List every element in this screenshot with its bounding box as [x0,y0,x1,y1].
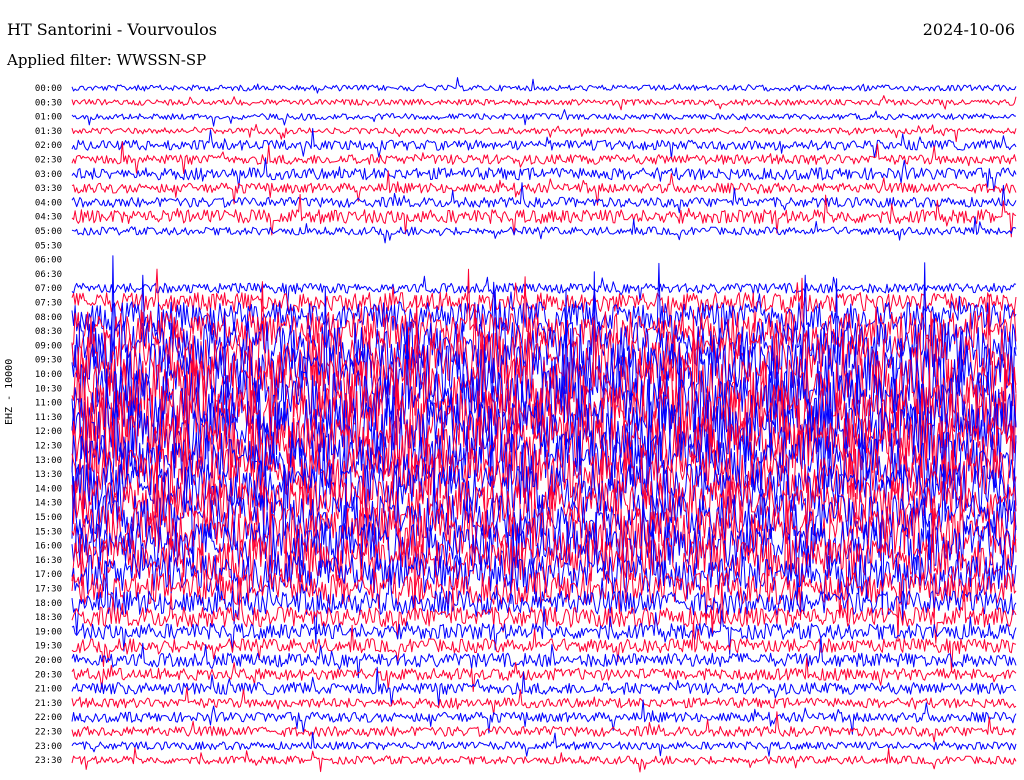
row-label-1530: 15:30 [35,527,62,537]
row-label-1830: 18:30 [35,613,62,623]
row-label-0700: 07:00 [35,284,62,294]
trace-0130 [71,123,1017,143]
row-label-0100: 01:00 [35,113,62,123]
row-label-0230: 02:30 [35,156,62,166]
row-label-2200: 22:00 [35,713,62,723]
row-label-1430: 14:30 [35,499,62,509]
trace-0100 [71,109,1017,127]
row-label-1330: 13:30 [35,470,62,480]
row-label-2130: 21:30 [35,699,62,709]
row-label-2230: 22:30 [35,728,62,738]
row-label-1500: 15:00 [35,513,62,523]
row-label-0830: 08:30 [35,327,62,337]
row-label-0300: 03:00 [35,170,62,180]
row-label-1300: 13:00 [35,456,62,466]
row-label-1200: 12:00 [35,427,62,437]
row-label-0000: 00:00 [35,84,62,94]
row-label-1400: 14:00 [35,484,62,494]
row-label-0430: 04:30 [35,213,62,223]
row-label-0500: 05:00 [35,227,62,237]
row-label-0330: 03:30 [35,184,62,194]
row-label-0030: 00:30 [35,98,62,108]
row-label-2100: 21:00 [35,685,62,695]
row-label-0200: 02:00 [35,141,62,151]
row-label-1000: 10:00 [35,370,62,380]
row-label-0530: 05:30 [35,241,62,251]
trace-2230 [71,711,1017,743]
row-label-0400: 04:00 [35,198,62,208]
row-label-2300: 23:00 [35,742,62,752]
row-label-0730: 07:30 [35,299,62,309]
row-label-0800: 08:00 [35,313,62,323]
row-label-1730: 17:30 [35,585,62,595]
y-axis-label: EHZ - 10000 [4,358,15,425]
row-label-2030: 20:30 [35,670,62,680]
row-label-0130: 01:30 [35,127,62,137]
trace-2300 [71,731,1017,757]
row-label-1630: 16:30 [35,556,62,566]
row-label-1230: 12:30 [35,442,62,452]
row-label-1700: 17:00 [35,570,62,580]
helicorder-plot: 00:00 00:30 01:00 01:30 02:00 02:30 03:00 03:30… [35,77,1017,773]
row-label-2000: 20:00 [35,656,62,666]
row-label-0600: 06:00 [35,256,62,266]
row-label-1100: 11:00 [35,399,62,409]
trace-0000 [71,77,1017,94]
row-label-0630: 06:30 [35,270,62,280]
trace-2330 [71,747,1017,773]
trace-0030 [71,95,1017,111]
row-label-1800: 18:00 [35,599,62,609]
row-label-0930: 09:30 [35,356,62,366]
row-label-1930: 19:30 [35,642,62,652]
row-label-0900: 09:00 [35,341,62,351]
row-label-1130: 11:30 [35,413,62,423]
row-label-2330: 23:30 [35,756,62,766]
row-label-1030: 10:30 [35,384,62,394]
row-label-1600: 16:00 [35,542,62,552]
row-label-1900: 19:00 [35,627,62,637]
